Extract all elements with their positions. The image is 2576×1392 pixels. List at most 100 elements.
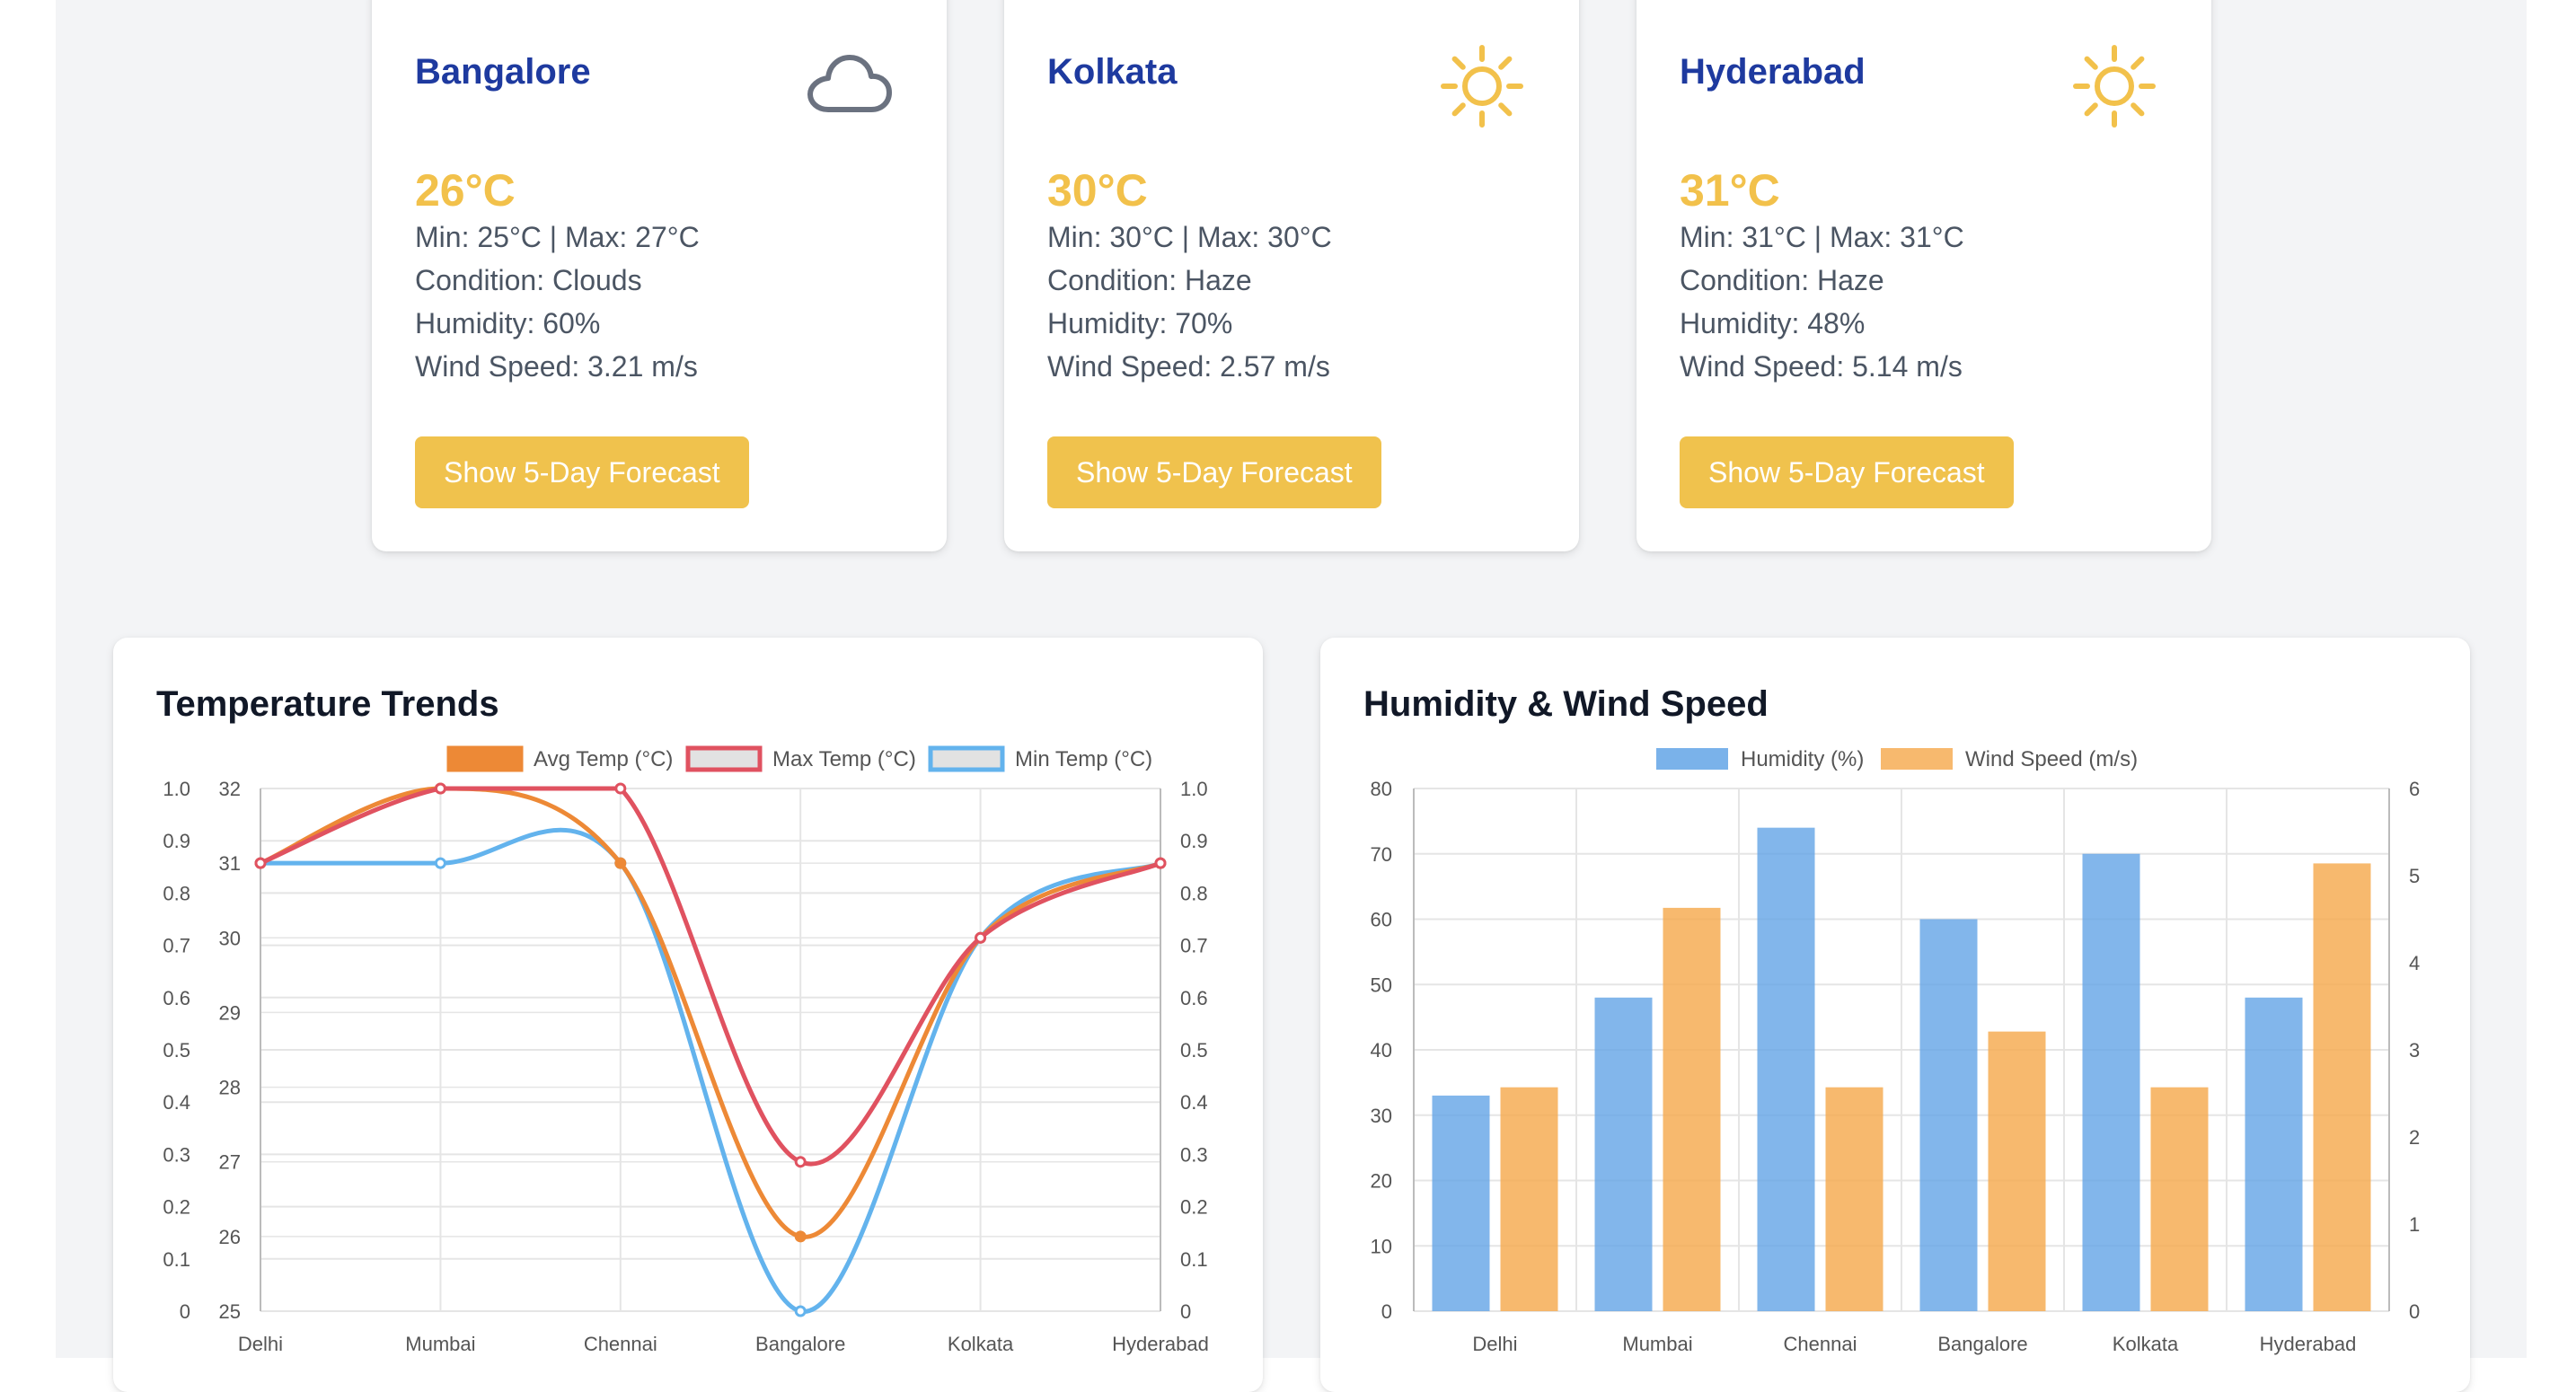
- legend-swatch: [446, 745, 524, 772]
- y-left-tick-label: 30: [1371, 1105, 1392, 1127]
- y-right-tick-label: 0.9: [1180, 830, 1208, 852]
- y-left-tick-label: 10: [1371, 1235, 1392, 1257]
- wind-speed-bar: [1988, 1031, 2046, 1311]
- y-left-tick-label: 50: [1371, 974, 1392, 996]
- wind-speed-value: Wind Speed: 2.57 m/s: [1047, 350, 1330, 383]
- data-point: [614, 857, 627, 869]
- x-tick-label: Chennai: [584, 1333, 657, 1355]
- y-right-tick-label: 2: [2409, 1126, 2420, 1149]
- x-tick-label: Bangalore: [1937, 1333, 2027, 1355]
- y-left-tick-label: 80: [1371, 778, 1392, 800]
- x-tick-label: Mumbai: [1622, 1333, 1692, 1355]
- y-outer-tick-label: 0.5: [163, 1039, 190, 1062]
- min-max-temperature: Min: 31°C | Max: 31°C: [1680, 221, 1964, 253]
- y-right-tick-label: 0: [2409, 1300, 2420, 1323]
- y-outer-tick-label: 0.9: [163, 830, 190, 852]
- legend-label: Humidity (%): [1741, 747, 1864, 771]
- x-tick-label: Kolkata: [948, 1333, 1014, 1355]
- y-left-tick-label: 27: [219, 1151, 241, 1174]
- humidity-bar: [1594, 997, 1653, 1311]
- legend-swatch: [1656, 748, 1728, 770]
- humidity-value: Humidity: 48%: [1680, 307, 1866, 339]
- wind-speed-bar: [2313, 863, 2371, 1311]
- x-tick-label: Delhi: [238, 1333, 283, 1355]
- min-max-temperature: Min: 30°C | Max: 30°C: [1047, 221, 1332, 253]
- y-right-tick-label: 0.1: [1180, 1248, 1208, 1271]
- y-outer-tick-label: 0.2: [163, 1196, 190, 1219]
- x-tick-label: Hyderabad: [1112, 1333, 1209, 1355]
- y-right-tick-label: 0.6: [1180, 987, 1208, 1009]
- y-right-tick-label: 1: [2409, 1213, 2420, 1236]
- current-temperature: 31°C: [1680, 165, 1780, 216]
- show-forecast-button[interactable]: Show 5-Day Forecast: [1047, 436, 1381, 508]
- wind-speed-bar: [1825, 1087, 1883, 1311]
- y-left-tick-label: 26: [219, 1226, 241, 1248]
- city-card-hyderabad: Hyderabad 31°C Min: 31°C | Max: 31°C Con…: [1636, 0, 2211, 551]
- sun-icon: [1437, 41, 1527, 131]
- legend-label: Min Temp (°C): [1015, 747, 1152, 771]
- y-right-tick-label: 6: [2409, 778, 2420, 800]
- y-outer-tick-label: 0.6: [163, 987, 190, 1009]
- temperature-trends-chart: 0 0.1 0.2 0.3 0.4 0.5 0.6 0.7 0.8 0.9 1.0 25 26 27 28 2…: [163, 745, 1209, 1355]
- humidity-value: Humidity: 60%: [415, 307, 601, 339]
- wind-speed-value: Wind Speed: 5.14 m/s: [1680, 350, 1963, 383]
- humidity-wind-chart: 0 10 20 30 40 50 60 70 80 0 1 2 3 4 5 6 Delhi Mumbai Chenn…: [1371, 747, 2421, 1355]
- show-forecast-button[interactable]: Show 5-Day Forecast: [1680, 436, 2014, 508]
- y-outer-tick-label: 0.1: [163, 1248, 190, 1271]
- humidity-bar: [1757, 827, 1815, 1311]
- sun-icon: [2069, 41, 2159, 131]
- weather-condition: Condition: Haze: [1680, 264, 1884, 296]
- city-name: Bangalore: [415, 52, 591, 92]
- x-tick-label: Mumbai: [405, 1333, 475, 1355]
- x-tick-label: Delhi: [1472, 1333, 1517, 1355]
- y-outer-tick-label: 0.7: [163, 935, 190, 957]
- y-right-tick-label: 0: [1180, 1300, 1191, 1323]
- data-point: [254, 857, 267, 869]
- city-name: Kolkata: [1047, 52, 1178, 92]
- y-right-tick-label: 0.2: [1180, 1196, 1208, 1219]
- x-tick-label: Chennai: [1784, 1333, 1857, 1355]
- y-right-tick-label: 4: [2409, 952, 2420, 974]
- y-left-tick-label: 25: [219, 1300, 241, 1323]
- legend-label: Avg Temp (°C): [534, 747, 673, 771]
- y-left-tick-label: 70: [1371, 843, 1392, 866]
- humidity-wind-card: Humidity & Wind Speed 0 10 20 30 40 50 60 70 80 0…: [1320, 638, 2470, 1392]
- y-right-tick-label: 3: [2409, 1039, 2420, 1062]
- data-point: [1154, 857, 1167, 869]
- y-left-tick-label: 0: [1381, 1300, 1392, 1323]
- y-right-tick-label: 5: [2409, 865, 2420, 887]
- y-right-tick-label: 0.5: [1180, 1039, 1208, 1062]
- y-left-tick-label: 32: [219, 778, 241, 800]
- x-tick-label: Kolkata: [2113, 1333, 2179, 1355]
- humidity-bar: [1432, 1095, 1490, 1311]
- data-point: [434, 782, 446, 795]
- y-left-tick-label: 31: [219, 852, 241, 875]
- data-point: [975, 931, 987, 944]
- y-outer-tick-label: 0: [180, 1300, 190, 1323]
- y-outer-tick-label: 0.4: [163, 1091, 190, 1114]
- y-left-tick-label: 20: [1371, 1170, 1392, 1193]
- y-right-tick-label: 0.8: [1180, 882, 1208, 904]
- data-point: [794, 1156, 807, 1168]
- y-left-tick-label: 30: [219, 927, 241, 949]
- legend-swatch: [1881, 748, 1953, 770]
- city-name: Hyderabad: [1680, 52, 1866, 92]
- data-point: [614, 782, 627, 795]
- wind-speed-bar: [1663, 907, 1721, 1311]
- humidity-bar: [2082, 853, 2140, 1311]
- legend-label: Max Temp (°C): [772, 747, 916, 771]
- legend-swatch: [928, 745, 1005, 772]
- y-left-tick-label: 40: [1371, 1039, 1392, 1062]
- weather-condition: Condition: Clouds: [415, 264, 642, 296]
- min-max-temperature: Min: 25°C | Max: 27°C: [415, 221, 700, 253]
- y-right-tick-label: 0.7: [1180, 935, 1208, 957]
- y-left-tick-label: 60: [1371, 909, 1392, 931]
- x-tick-label: Hyderabad: [2260, 1333, 2357, 1355]
- show-forecast-button[interactable]: Show 5-Day Forecast: [415, 436, 749, 508]
- cloud-icon: [805, 41, 895, 131]
- y-right-tick-label: 1.0: [1180, 778, 1208, 800]
- data-point: [794, 1305, 807, 1317]
- weather-condition: Condition: Haze: [1047, 264, 1252, 296]
- temperature-trends-card: Temperature Trends 0 0.1 0.2 0.3 0.4 0.5 0.6 0.…: [113, 638, 1263, 1392]
- city-card-kolkata: Kolkata 30°C Min: 30°C | Max: 30°C Condi…: [1004, 0, 1579, 551]
